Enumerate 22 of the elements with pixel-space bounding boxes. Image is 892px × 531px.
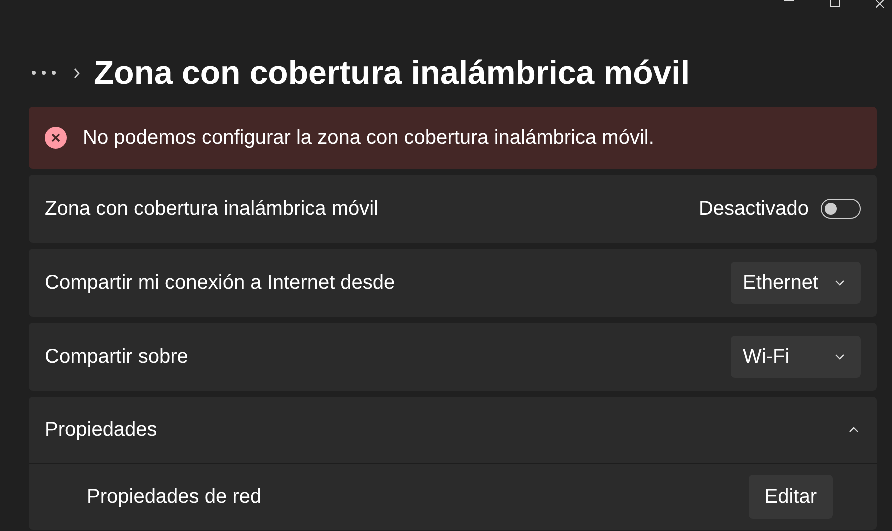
error-icon (45, 127, 67, 149)
setting-label: Compartir mi conexión a Internet desde (45, 271, 396, 296)
property-label: Propiedades de red (87, 485, 262, 510)
properties-header[interactable]: Propiedades (29, 397, 877, 464)
dropdown[interactable]: Ethernet (731, 262, 861, 304)
more-icon[interactable] (32, 71, 56, 75)
properties-label: Propiedades (45, 418, 158, 443)
chevron-up-icon (849, 427, 859, 433)
chevron-down-icon (835, 354, 845, 360)
chevron-down-icon (835, 280, 845, 286)
chevron-right-icon (74, 68, 80, 78)
setting-label: Zona con cobertura inalámbrica móvil (45, 197, 378, 222)
error-message: No podemos configurar la zona con cobertura inalámbrica móvil. (83, 126, 654, 151)
page-title: Zona con cobertura inalámbrica móvil (94, 53, 690, 94)
close-icon[interactable] (876, 0, 886, 8)
dropdown[interactable]: Wi-Fi (731, 336, 861, 378)
minimize-icon[interactable] (784, 0, 794, 2)
toggle-state-text: Desactivado (698, 197, 809, 222)
maximize-icon[interactable] (830, 0, 840, 8)
setting-label: Compartir sobre (45, 345, 188, 370)
edit-button[interactable]: Editar (748, 475, 833, 519)
toggle-switch[interactable] (821, 199, 861, 219)
